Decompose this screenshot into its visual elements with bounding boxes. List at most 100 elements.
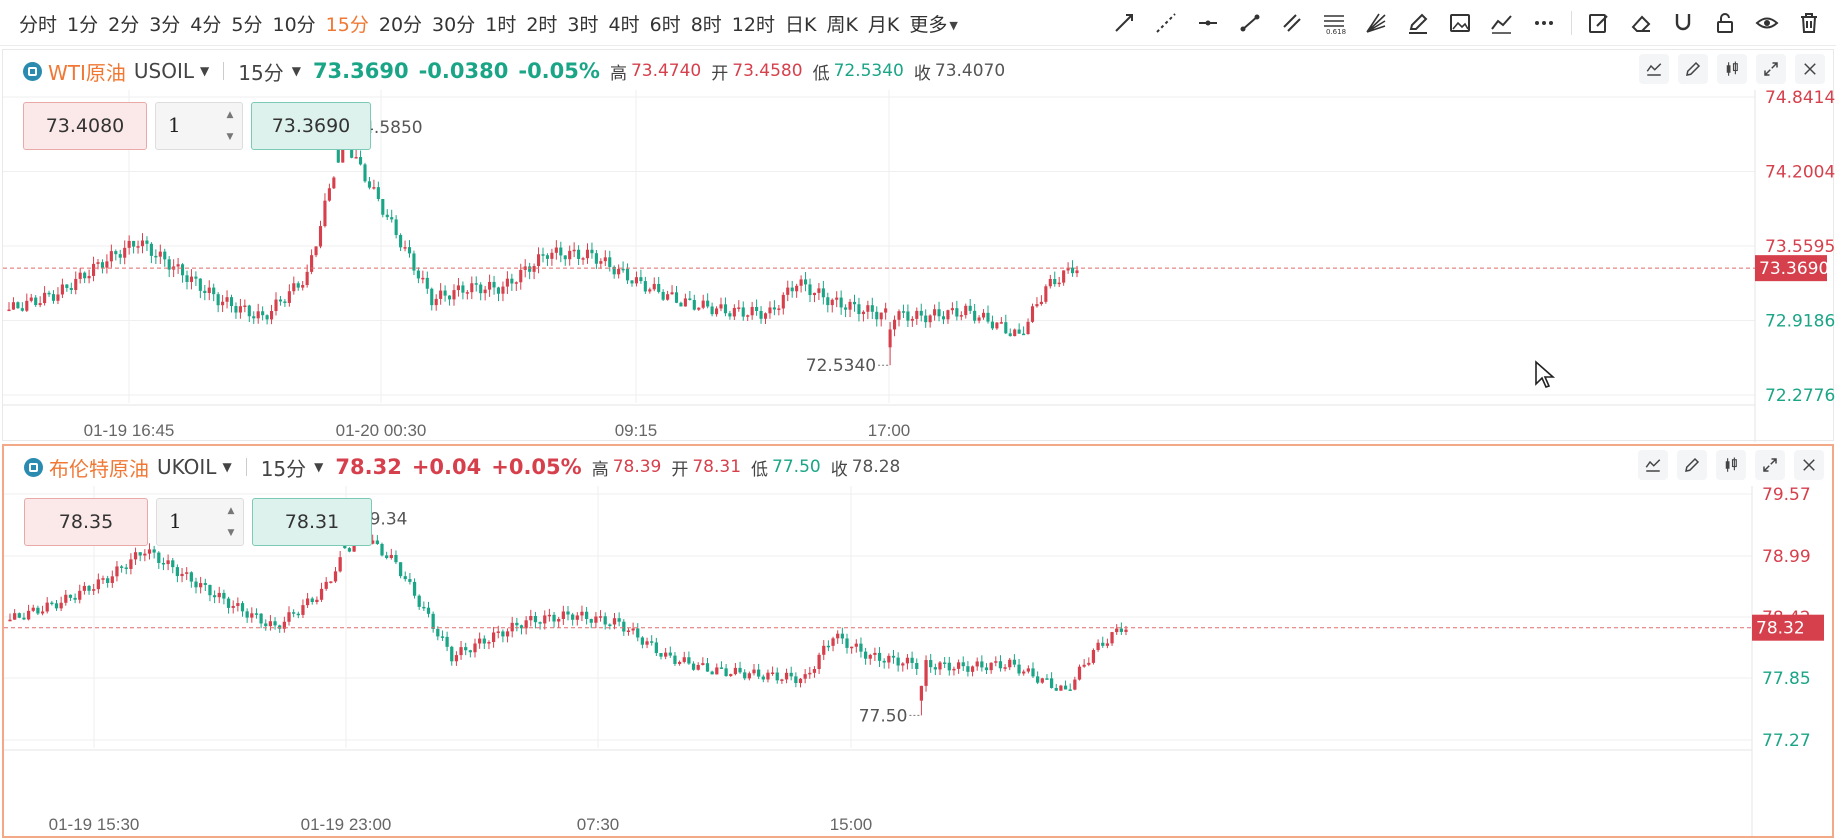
magnet-tool-button[interactable] [1662, 5, 1704, 41]
sell-price-button[interactable]: 78.31 [252, 498, 372, 546]
quantity-down-icon[interactable]: ▼ [225, 527, 237, 539]
period-option[interactable]: 30分 [427, 10, 480, 37]
candle [1075, 265, 1079, 278]
trash-tool-button[interactable] [1788, 5, 1830, 41]
quantity-stepper[interactable]: 1 ▲ ▼ [156, 498, 244, 546]
period-option[interactable]: 10分 [267, 10, 320, 37]
visibility-tool-button[interactable] [1746, 5, 1788, 41]
symbol-code-selector[interactable]: USOIL [134, 59, 194, 83]
quantity-down-icon[interactable]: ▼ [224, 131, 236, 143]
candle [247, 304, 251, 323]
image-tool-button[interactable] [1439, 5, 1481, 41]
candle [594, 250, 598, 270]
price-change-percent: +0.05% [491, 455, 582, 479]
fibonacci-tool-button[interactable]: 0.618 [1313, 5, 1355, 41]
period-option[interactable]: 4时 [604, 10, 645, 37]
buy-price-button[interactable]: 73.4080 [23, 102, 147, 150]
trend-line-tool-button[interactable] [1229, 5, 1271, 41]
close-pane-button[interactable] [1795, 54, 1825, 84]
candle [659, 652, 663, 660]
buy-price-button[interactable]: 78.35 [24, 498, 148, 546]
period-option[interactable]: 3时 [562, 10, 603, 37]
period-option[interactable]: 2分 [103, 10, 144, 37]
image-icon [1450, 14, 1470, 32]
chevron-down-icon[interactable]: ▼ [200, 64, 209, 78]
candle [743, 669, 747, 681]
edit-note-tool-button[interactable] [1578, 5, 1620, 41]
candle [640, 636, 645, 649]
candle [468, 649, 472, 658]
period-option[interactable]: 日K [780, 10, 821, 37]
period-option[interactable]: 12时 [727, 10, 780, 37]
pen-tool-button[interactable] [1397, 5, 1439, 41]
candle [1017, 658, 1021, 676]
indicator-button[interactable] [1638, 450, 1668, 480]
candle [955, 300, 959, 321]
fullscreen-button[interactable] [1756, 54, 1786, 84]
expand-icon [1763, 458, 1777, 472]
candle [877, 647, 882, 667]
period-option[interactable]: 20分 [374, 10, 427, 37]
gann-fan-tool-button[interactable] [1355, 5, 1397, 41]
eraser-tool-button[interactable] [1620, 5, 1662, 41]
draw-button[interactable] [1678, 54, 1708, 84]
candle [105, 254, 109, 274]
candle [884, 302, 888, 320]
quantity-stepper[interactable]: 1 ▲ ▼ [155, 102, 243, 150]
period-option[interactable]: 2时 [521, 10, 562, 37]
ray-line-tool-button[interactable] [1103, 5, 1145, 41]
chevron-down-icon[interactable]: ▼ [292, 64, 301, 78]
chevron-down-icon[interactable]: ▼ [314, 460, 323, 474]
more-tools-tool-button[interactable] [1523, 5, 1565, 41]
candle [278, 295, 283, 306]
chart-type-button[interactable] [1717, 54, 1747, 84]
period-option[interactable]: 分时 [14, 10, 62, 37]
candle [381, 198, 385, 218]
period-option[interactable]: 周K [821, 10, 862, 37]
period-option[interactable]: 5分 [226, 10, 267, 37]
candle [1040, 677, 1044, 684]
indicator-button[interactable] [1639, 54, 1669, 84]
candle [152, 545, 156, 559]
candle [984, 663, 989, 675]
close-value: 73.4070 [934, 61, 1006, 81]
period-option[interactable]: 6时 [645, 10, 686, 37]
quantity-up-icon[interactable]: ▲ [225, 505, 237, 517]
draw-button[interactable] [1677, 450, 1707, 480]
symbol-code-selector[interactable]: UKOIL [157, 455, 216, 479]
chart-type-button[interactable] [1716, 450, 1746, 480]
period-option[interactable]: 1分 [62, 10, 103, 37]
close-label: 收 [913, 63, 931, 84]
quantity-value[interactable]: 1 [168, 113, 181, 137]
candle [861, 310, 865, 322]
candle [901, 304, 906, 318]
period-option[interactable]: 月K [863, 10, 904, 37]
candle [114, 249, 118, 261]
close-pane-button[interactable] [1794, 450, 1824, 480]
parallel-channel-tool-button[interactable] [1271, 5, 1313, 41]
polyline-tool-button[interactable] [1481, 5, 1523, 41]
candle [47, 290, 51, 297]
quantity-up-icon[interactable]: ▲ [224, 109, 236, 121]
lock-tool-button[interactable] [1704, 5, 1746, 41]
candle [732, 304, 736, 321]
period-option[interactable]: 15分 [321, 10, 374, 37]
period-option[interactable]: 3分 [144, 10, 185, 37]
candle [868, 653, 872, 665]
more-periods-dropdown[interactable]: 更多 ▼ [904, 10, 962, 37]
more-periods-label: 更多 [909, 13, 948, 36]
quantity-value[interactable]: 1 [169, 509, 182, 533]
pane-period-selector[interactable]: 15分 [238, 57, 283, 86]
horizontal-line-tool-button[interactable] [1187, 5, 1229, 41]
candle [561, 605, 565, 625]
candle [915, 658, 919, 675]
pane-period-selector[interactable]: 15分 [261, 453, 306, 482]
period-option[interactable]: 8时 [686, 10, 727, 37]
fullscreen-button[interactable] [1755, 450, 1785, 480]
magnet-icon [1675, 14, 1691, 31]
chevron-down-icon[interactable]: ▼ [222, 460, 231, 474]
period-option[interactable]: 1时 [480, 10, 521, 37]
period-option[interactable]: 4分 [185, 10, 226, 37]
extended-line-tool-button[interactable] [1145, 5, 1187, 41]
sell-price-button[interactable]: 73.3690 [251, 102, 371, 150]
